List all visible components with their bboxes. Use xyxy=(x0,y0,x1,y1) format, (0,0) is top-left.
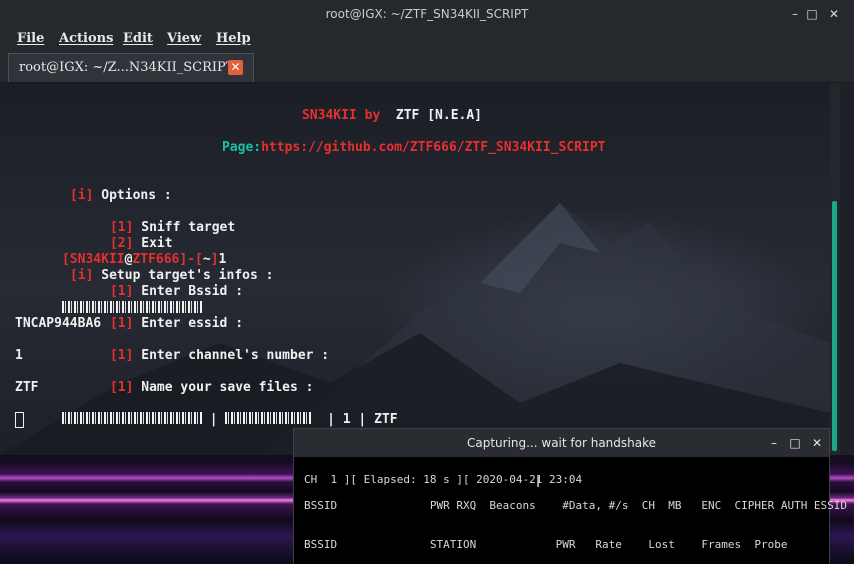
page-url[interactable]: https://github.com/ZTF666/ZTF_SN34KII_SC… xyxy=(261,140,605,155)
prompt-label: Enter channel's number : xyxy=(133,348,330,363)
prompt-label: Enter essid : xyxy=(133,316,244,331)
banner-name: SN34KII xyxy=(301,108,357,123)
summary-tail: | 1 | ZTF xyxy=(311,412,398,427)
info-tag: [i] xyxy=(69,188,94,203)
terminal-window: root@IGX: ~/ZTF_SN34KII_SCRIPT – □ ✕ Fil… xyxy=(0,0,854,455)
channel-value: 1 xyxy=(15,348,23,363)
station-table-header: BSSID STATION PWR Rate Lost Frames Probe xyxy=(304,538,788,551)
capture-window-title[interactable]: Capturing... wait for handshake xyxy=(294,429,829,457)
tab-label: root@IGX: ~/Z...N34KII_SCRIPT xyxy=(19,60,235,75)
capture-window: Capturing... wait for handshake – □ ✕ CH… xyxy=(293,428,847,564)
text-cursor-pointer-icon: I xyxy=(536,475,541,491)
menu-actions[interactable]: Actions xyxy=(59,31,113,46)
redacted-station xyxy=(225,412,312,424)
menu-bar: File Actions Edit View Help xyxy=(0,28,854,50)
menu-file[interactable]: File xyxy=(17,31,44,46)
tab-bar: root@IGX: ~/Z...N34KII_SCRIPT ✕ xyxy=(0,50,854,83)
terminal-tab[interactable]: root@IGX: ~/Z...N34KII_SCRIPT ✕ xyxy=(8,53,254,82)
menu-help[interactable]: Help xyxy=(216,31,251,46)
maximize-button[interactable]: □ xyxy=(804,6,820,22)
window-title: root@IGX: ~/ZTF_SN34KII_SCRIPT xyxy=(325,7,529,21)
close-button[interactable]: ✕ xyxy=(826,6,842,22)
save-value: ZTF xyxy=(15,380,39,395)
capture-output[interactable]: CH 1 ][ Elapsed: 18 s ][ 2020-04-21 23:0… xyxy=(294,457,847,564)
prompt-number: [1] xyxy=(109,316,134,331)
ap-table-header: BSSID PWR RXQ Beacons #Data, #/s CH MB E… xyxy=(304,499,848,512)
banner-by: by xyxy=(356,108,396,123)
prompt-label: Name your save files : xyxy=(133,380,314,395)
capture-minimize-button[interactable]: – xyxy=(766,435,782,451)
capture-close-button[interactable]: ✕ xyxy=(809,435,825,451)
prompt-number: [1] xyxy=(109,380,134,395)
minimize-button[interactable]: – xyxy=(787,6,803,22)
page-line: Page:https://github.com/ZTF666/ZTF_SN34K… xyxy=(175,124,606,172)
summary-separator: | xyxy=(201,412,226,427)
text-cursor xyxy=(15,412,24,430)
page-label: Page: xyxy=(221,140,262,155)
essid-value: TNCAP944BA6 xyxy=(15,316,102,331)
prompt-number: [1] xyxy=(109,348,134,363)
capture-maximize-button[interactable]: □ xyxy=(787,435,803,451)
options-heading: Options : xyxy=(93,188,172,203)
terminal-output[interactable]: SN34KII by ZTF [N.E.A] Page:https://gith… xyxy=(0,83,830,455)
redacted-bssid xyxy=(61,412,202,424)
window-titlebar[interactable]: root@IGX: ~/ZTF_SN34KII_SCRIPT – □ ✕ xyxy=(0,0,854,28)
scrollbar-thumb[interactable] xyxy=(832,201,837,451)
tab-close-icon[interactable]: ✕ xyxy=(228,60,243,75)
scrollbar[interactable] xyxy=(830,83,840,455)
menu-edit[interactable]: Edit xyxy=(123,31,153,46)
menu-view[interactable]: View xyxy=(167,31,201,46)
banner-author: ZTF [N.E.A] xyxy=(395,108,482,123)
